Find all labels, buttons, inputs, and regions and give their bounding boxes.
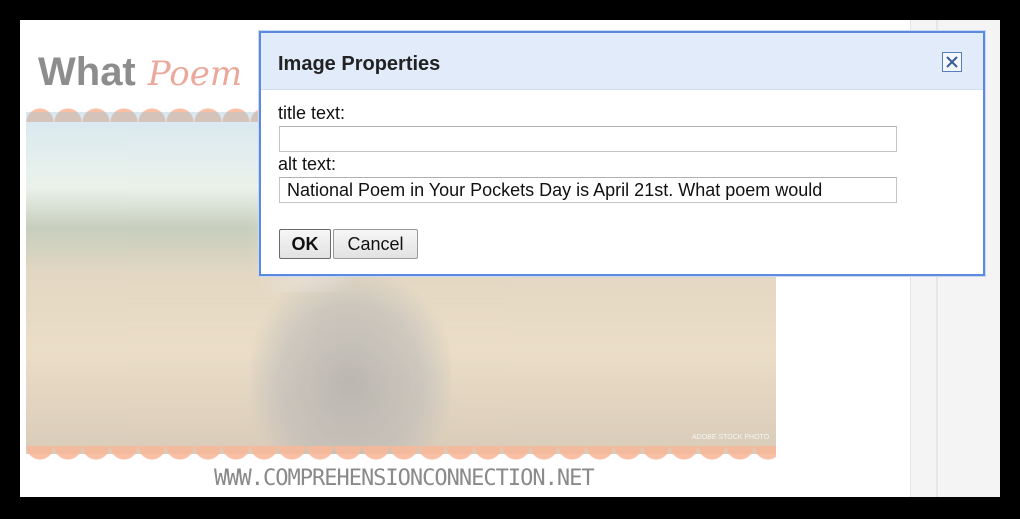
title-text-label: title text:	[278, 103, 346, 123]
dialog-title: Image Properties	[278, 53, 441, 75]
scallop-border-bottom	[26, 446, 776, 464]
close-icon	[946, 56, 958, 68]
blog-title-main: What	[38, 50, 136, 94]
ok-button[interactable]: OK	[279, 229, 331, 259]
blog-title-script: Poem	[147, 54, 243, 94]
alt-text-label: alt text:	[278, 154, 337, 174]
close-button[interactable]	[942, 52, 962, 72]
site-url-text: WWW.COMPREHENSIONCONNECTION.NET	[214, 466, 595, 491]
blog-post-title-graphic: What Poem	[38, 50, 242, 95]
cancel-button[interactable]: Cancel	[333, 229, 418, 259]
photo-credit: ADOBE STOCK PHOTO	[692, 434, 770, 441]
title-text-input[interactable]	[279, 126, 897, 152]
dialog-header: Image Properties	[261, 33, 983, 90]
image-properties-dialog: Image Properties title text: alt text: N…	[259, 31, 985, 276]
alt-text-input[interactable]: National Poem in Your Pockets Day is Apr…	[279, 177, 897, 203]
